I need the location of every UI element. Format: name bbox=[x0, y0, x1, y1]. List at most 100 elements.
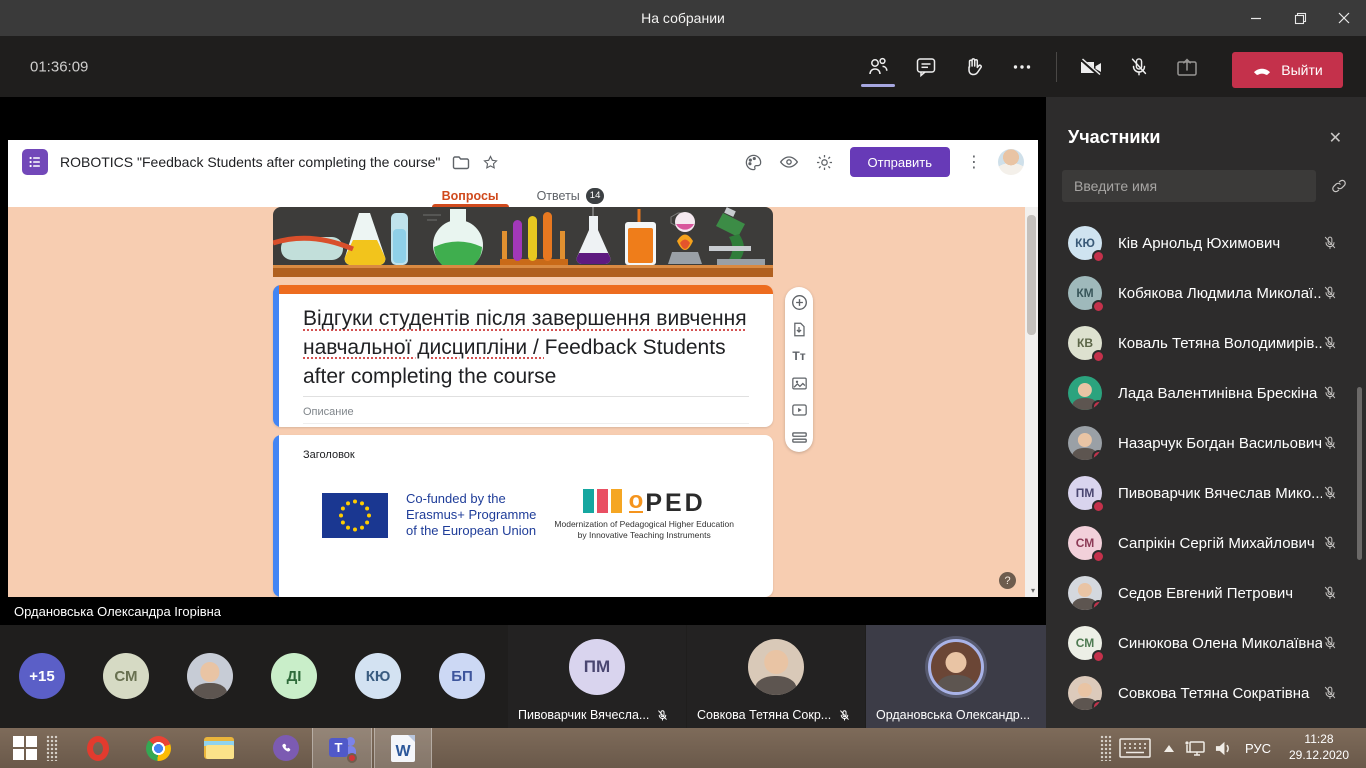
mic-muted-icon[interactable] bbox=[1322, 485, 1338, 501]
participant-row[interactable]: КВ Коваль Тетяна Володимирів... bbox=[1046, 318, 1366, 368]
opera-taskbar-icon[interactable] bbox=[78, 728, 118, 768]
scrollbar-down-arrow[interactable]: ▾ bbox=[1031, 586, 1035, 595]
copy-join-link-icon[interactable] bbox=[1330, 177, 1348, 195]
send-button[interactable]: Отправить bbox=[850, 147, 950, 177]
avatar-photo bbox=[1068, 426, 1102, 460]
avatar-initials: СМ bbox=[114, 668, 137, 685]
participant-row[interactable]: Седов Евгений Петрович bbox=[1046, 568, 1366, 618]
participant-avatar[interactable]: БП bbox=[439, 653, 485, 699]
form-description-placeholder[interactable]: Описание bbox=[303, 406, 749, 424]
restore-icon[interactable] bbox=[1278, 0, 1322, 36]
eu-cofunded-text: Co-funded by the Erasmus+ Programme of t… bbox=[406, 491, 536, 540]
panel-scrollbar-thumb[interactable] bbox=[1357, 387, 1362, 560]
clock-tray[interactable]: 11:28 29.12.2020 bbox=[1280, 728, 1358, 768]
participant-avatar[interactable]: ДІ bbox=[271, 653, 317, 699]
participant-row[interactable]: Назарчук Богдан Васильович bbox=[1046, 418, 1366, 468]
page-scrollbar[interactable]: ▾ bbox=[1025, 207, 1038, 597]
form-header-card[interactable]: Заголовок bbox=[273, 435, 773, 597]
video-tile[interactable]: ПМ Пивоварчик Вячесла... bbox=[508, 625, 686, 728]
camera-off-button[interactable] bbox=[1067, 45, 1115, 89]
move-to-folder-icon[interactable] bbox=[452, 155, 470, 170]
form-title-card[interactable]: Відгуки студентів після завершення вивче… bbox=[273, 285, 773, 427]
mic-off-button[interactable] bbox=[1115, 45, 1163, 89]
participant-avatar[interactable]: СМ bbox=[103, 653, 149, 699]
theme-palette-icon[interactable] bbox=[744, 153, 763, 172]
volume-tray-icon[interactable] bbox=[1210, 728, 1236, 768]
star-icon[interactable] bbox=[482, 154, 499, 171]
avatar: ПМ bbox=[1068, 476, 1102, 510]
mic-muted-icon[interactable] bbox=[1322, 235, 1338, 251]
mic-muted-icon[interactable] bbox=[1322, 535, 1338, 551]
moped-o: o bbox=[629, 491, 644, 513]
word-taskbar-icon-active[interactable]: W bbox=[374, 728, 432, 768]
dots-pattern bbox=[1098, 728, 1114, 768]
add-image-icon[interactable] bbox=[790, 375, 808, 391]
minimize-icon[interactable] bbox=[1234, 0, 1278, 36]
close-icon[interactable] bbox=[1322, 0, 1366, 36]
hangup-phone-icon bbox=[1252, 65, 1272, 75]
forms-floating-toolbar: Tт bbox=[785, 287, 813, 452]
avatar: СМ bbox=[1068, 626, 1102, 660]
preview-eye-icon[interactable] bbox=[779, 155, 799, 169]
overflow-participants-badge[interactable]: +15 bbox=[19, 653, 65, 699]
video-tile-active-speaker[interactable]: Ордановська Олександр... bbox=[866, 625, 1046, 728]
video-tile[interactable]: Совкова Тетяна Сокр... bbox=[687, 625, 865, 728]
show-hidden-icons-caret[interactable] bbox=[1158, 728, 1180, 768]
help-button[interactable]: ? bbox=[999, 572, 1016, 589]
language-indicator[interactable]: РУС bbox=[1238, 728, 1278, 768]
teams-taskbar-icon-active[interactable]: T bbox=[312, 728, 372, 768]
mic-muted-icon[interactable] bbox=[1322, 285, 1338, 301]
touch-keyboard-icon[interactable] bbox=[1116, 728, 1154, 768]
scrollbar-thumb[interactable] bbox=[1027, 215, 1036, 335]
participant-row[interactable]: КМ Кобякова Людмила Миколаї... bbox=[1046, 268, 1366, 318]
share-screen-button[interactable] bbox=[1163, 45, 1211, 89]
account-avatar[interactable] bbox=[998, 149, 1024, 175]
leave-meeting-button[interactable]: Выйти bbox=[1232, 52, 1343, 88]
moped-figures-icon bbox=[583, 489, 622, 513]
settings-gear-icon[interactable] bbox=[815, 153, 834, 172]
chrome-taskbar-icon[interactable] bbox=[138, 728, 178, 768]
mic-muted-icon[interactable] bbox=[1322, 635, 1338, 651]
mic-muted-icon[interactable] bbox=[1322, 335, 1338, 351]
add-question-icon[interactable] bbox=[790, 294, 808, 310]
participant-search-input[interactable] bbox=[1062, 170, 1316, 202]
avatar-photo bbox=[1068, 576, 1102, 610]
more-options-button[interactable] bbox=[998, 45, 1046, 89]
participant-avatar-photo[interactable] bbox=[187, 653, 233, 699]
close-panel-icon[interactable]: ✕ bbox=[1329, 128, 1342, 148]
chat-button[interactable] bbox=[902, 45, 950, 89]
forms-doc-title[interactable]: ROBOTICS "Feedback Students after comple… bbox=[60, 154, 440, 170]
network-tray-icon[interactable] bbox=[1182, 728, 1208, 768]
participant-avatar[interactable]: КЮ bbox=[355, 653, 401, 699]
participant-row[interactable]: ПМ Пивоварчик Вячеслав Мико... bbox=[1046, 468, 1366, 518]
add-video-icon[interactable] bbox=[790, 402, 808, 418]
participant-row[interactable]: КЮ Ків Арнольд Юхимович bbox=[1046, 218, 1366, 268]
start-button[interactable] bbox=[8, 728, 42, 768]
participant-name: Сапрікін Сергій Михайлович bbox=[1118, 535, 1322, 552]
tab-questions[interactable]: Вопросы bbox=[440, 184, 501, 207]
avatar: КЮ bbox=[1068, 226, 1102, 260]
import-questions-icon[interactable] bbox=[790, 321, 808, 337]
participant-row[interactable]: Лада Валентинівна Брескіна bbox=[1046, 368, 1366, 418]
header-card-label[interactable]: Заголовок bbox=[303, 449, 753, 461]
mic-muted-icon[interactable] bbox=[1322, 685, 1338, 701]
mic-muted-icon[interactable] bbox=[1322, 385, 1338, 401]
presence-busy-dot bbox=[1092, 400, 1102, 410]
viber-taskbar-icon[interactable] bbox=[266, 728, 306, 768]
tab-answers[interactable]: Ответы 14 bbox=[535, 184, 607, 207]
window-controls bbox=[1234, 0, 1366, 36]
mic-muted-icon[interactable] bbox=[1322, 435, 1338, 451]
participant-row[interactable]: СМ Синюкова Олена Миколаївна bbox=[1046, 618, 1366, 668]
participant-row[interactable]: СМ Сапрікін Сергій Михайлович bbox=[1046, 518, 1366, 568]
raise-hand-button[interactable] bbox=[950, 45, 998, 89]
add-section-icon[interactable] bbox=[790, 429, 808, 445]
mic-muted-icon[interactable] bbox=[1322, 585, 1338, 601]
add-title-icon[interactable]: Tт bbox=[790, 348, 808, 364]
form-title-text[interactable]: Відгуки студентів після завершення вивче… bbox=[303, 305, 749, 397]
file-explorer-taskbar-icon[interactable] bbox=[198, 728, 240, 768]
participants-toggle-button[interactable] bbox=[854, 45, 902, 89]
active-tab-underline bbox=[861, 84, 895, 87]
more-menu-icon[interactable]: ⋮ bbox=[966, 160, 982, 165]
eu-flag-image bbox=[322, 493, 388, 538]
participant-row[interactable]: Совкова Тетяна Сократівна bbox=[1046, 668, 1366, 718]
